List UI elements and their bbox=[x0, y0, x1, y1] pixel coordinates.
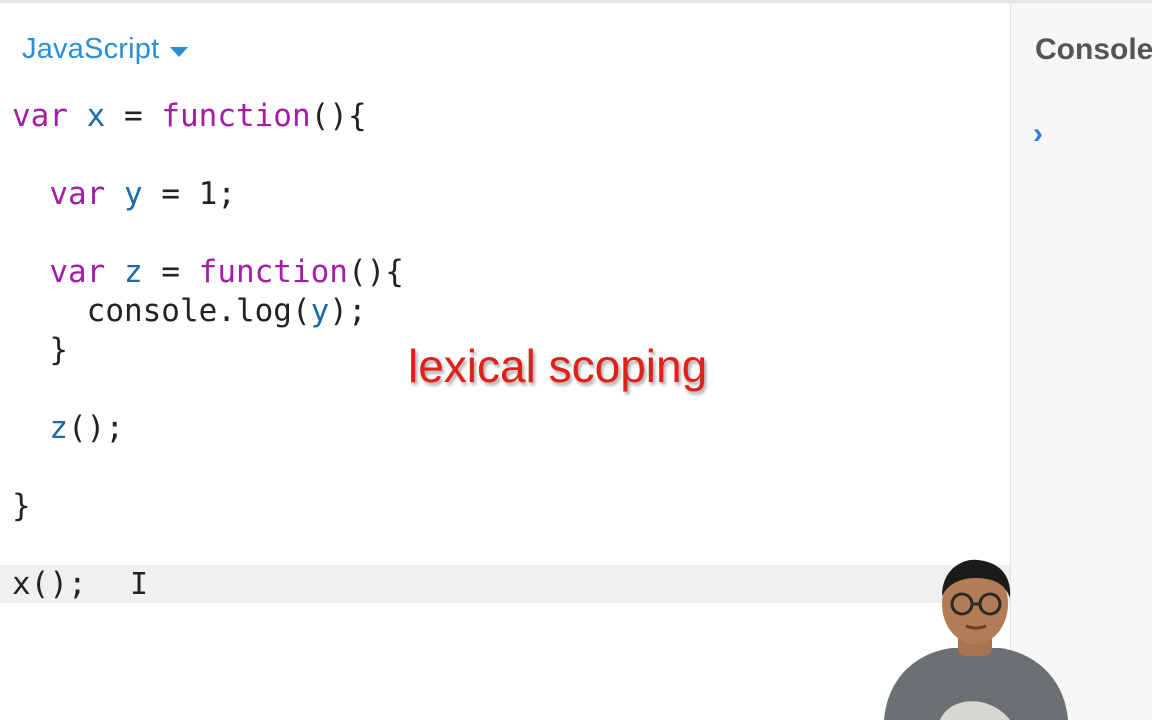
presenter-image bbox=[884, 559, 1068, 720]
code-line[interactable]: var y = 1; bbox=[0, 175, 1010, 213]
chevron-down-icon bbox=[170, 46, 189, 57]
code-line-text: x(); bbox=[12, 566, 87, 602]
code-line[interactable] bbox=[0, 136, 1010, 174]
code-line-text: console.log(y); bbox=[12, 293, 367, 329]
code-line[interactable]: } bbox=[0, 487, 1010, 525]
code-line-text: var x = function(){ bbox=[12, 98, 367, 134]
language-label: JavaScript bbox=[22, 33, 160, 65]
presenter-video bbox=[880, 556, 1070, 720]
code-line-text: z(); bbox=[49, 410, 124, 446]
code-line[interactable] bbox=[0, 448, 1010, 486]
code-line-text: var y = 1; bbox=[49, 176, 236, 212]
text-cursor-icon: I bbox=[130, 567, 149, 602]
code-line[interactable]: var x = function(){ bbox=[0, 97, 1010, 135]
caption-overlay: lexical scoping bbox=[408, 340, 708, 392]
console-title: Console bbox=[1035, 33, 1152, 66]
code-line[interactable]: x(); bbox=[0, 565, 1010, 603]
code-line-text: } bbox=[12, 488, 31, 524]
code-line[interactable]: console.log(y); bbox=[0, 292, 1010, 330]
code-line-text: } bbox=[12, 332, 68, 368]
code-line[interactable]: z(); bbox=[0, 409, 1010, 447]
code-line[interactable] bbox=[0, 526, 1010, 564]
language-selector[interactable]: JavaScript bbox=[22, 33, 189, 66]
code-line-text: var z = function(){ bbox=[49, 254, 404, 290]
console-prompt-icon[interactable]: › bbox=[1033, 117, 1043, 151]
code-editor-pane[interactable]: JavaScript var x = function(){ var y = 1… bbox=[0, 3, 1010, 720]
code-line[interactable] bbox=[0, 214, 1010, 252]
code-line[interactable]: var z = function(){ bbox=[0, 253, 1010, 291]
